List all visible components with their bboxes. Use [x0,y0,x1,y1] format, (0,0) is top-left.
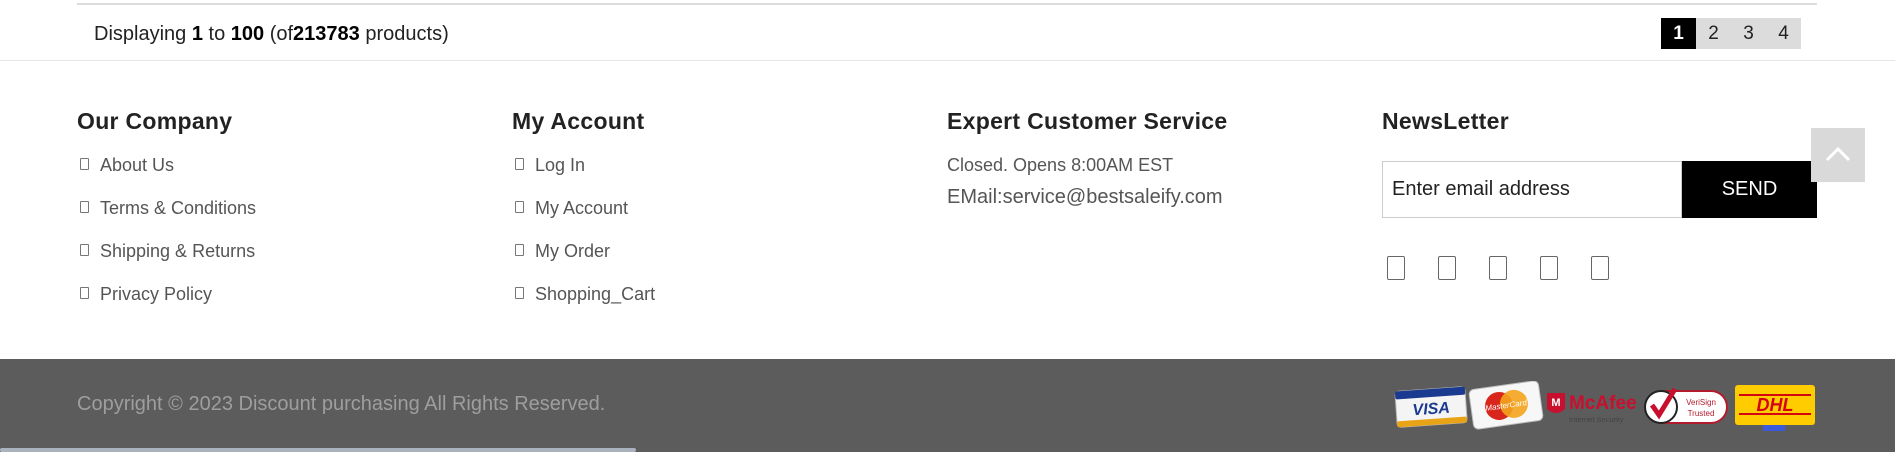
page-link-3[interactable]: 3 [1731,18,1766,49]
pagination-bar: Displaying 1 to 100 (of213783 products) … [77,3,1817,60]
trusted-text: Trusted [1688,409,1715,418]
bullet-icon [80,287,89,299]
footer-newsletter-column: NewsLetter SEND [1382,108,1817,280]
mcafee-text: McAfee [1569,393,1637,414]
pinterest-icon[interactable] [1489,256,1507,280]
twitter-icon[interactable] [1438,256,1456,280]
verisign-logo: VeriSign Trusted [1644,387,1728,424]
account-heading: My Account [512,108,645,134]
bullet-icon [515,158,524,170]
newsletter-heading: NewsLetter [1382,108,1509,134]
svg-text:M: M [1551,397,1560,409]
bullet-icon [515,287,524,299]
horizontal-scrollbar[interactable] [0,448,636,452]
service-heading: Expert Customer Service [947,108,1228,134]
footer-account-column: My Account Log In My Account My Order Sh… [512,108,655,327]
back-to-top-button[interactable] [1811,128,1865,182]
link-about-us[interactable]: About Us [77,155,256,198]
verisign-text: VeriSign [1686,398,1716,407]
dhl-text: DHL [1757,395,1794,415]
mcafee-logo: M McAfee Internet Security [1547,393,1637,424]
footer-divider [0,60,1895,61]
page-link-1[interactable]: 1 [1661,18,1696,49]
footer-company-column: Our Company About Us Terms & Conditions … [77,108,256,327]
payment-badges: VISA MasterCard M McAfee Internet Securi… [1393,381,1817,431]
company-heading: Our Company [77,108,233,134]
link-terms-conditions[interactable]: Terms & Conditions [77,198,256,241]
link-privacy-policy[interactable]: Privacy Policy [77,284,256,327]
dhl-logo: DHL [1735,385,1815,431]
bullet-icon [80,201,89,213]
newsletter-form: SEND [1382,161,1817,218]
link-log-in[interactable]: Log In [512,155,655,198]
results-summary: Displaying 1 to 100 (of213783 products) [94,23,449,45]
newsletter-send-button[interactable]: SEND [1682,161,1817,218]
link-my-order[interactable]: My Order [512,241,655,284]
payment-logos: VISA MasterCard M McAfee Internet Securi… [1394,381,1815,431]
footer-service-column: Expert Customer Service Closed. Opens 8:… [947,108,1227,209]
social-links [1387,256,1817,280]
link-my-account[interactable]: My Account [512,198,655,241]
bullet-icon [515,244,524,256]
youtube-icon[interactable] [1591,256,1609,280]
bullet-icon [80,158,89,170]
instagram-icon[interactable] [1540,256,1558,280]
page-link-4[interactable]: 4 [1766,18,1801,49]
internet-security-text: Internet Security [1569,415,1624,424]
chevron-up-icon [1825,146,1851,162]
bullet-icon [515,201,524,213]
mastercard-logo: MasterCard [1468,381,1544,430]
service-email: EMail:service@bestsaleify.com [947,186,1223,208]
email-link[interactable]: service@bestsaleify.com [1003,186,1223,208]
facebook-icon[interactable] [1387,256,1405,280]
link-shopping-cart[interactable]: Shopping_Cart [512,284,655,327]
copyright-text: Copyright © 2023 Discount purchasing All… [77,393,606,415]
newsletter-email-input[interactable] [1382,161,1682,218]
link-shipping-returns[interactable]: Shipping & Returns [77,241,256,284]
page-link-2[interactable]: 2 [1696,18,1731,49]
footer-bottom-bar: Copyright © 2023 Discount purchasing All… [0,359,1895,452]
visa-text: VISA [1412,400,1450,420]
visa-logo: VISA [1394,386,1468,428]
bullet-icon [80,244,89,256]
service-hours: Closed. Opens 8:00AM EST [947,155,1174,175]
page-links: 1 2 3 4 [1661,18,1801,49]
